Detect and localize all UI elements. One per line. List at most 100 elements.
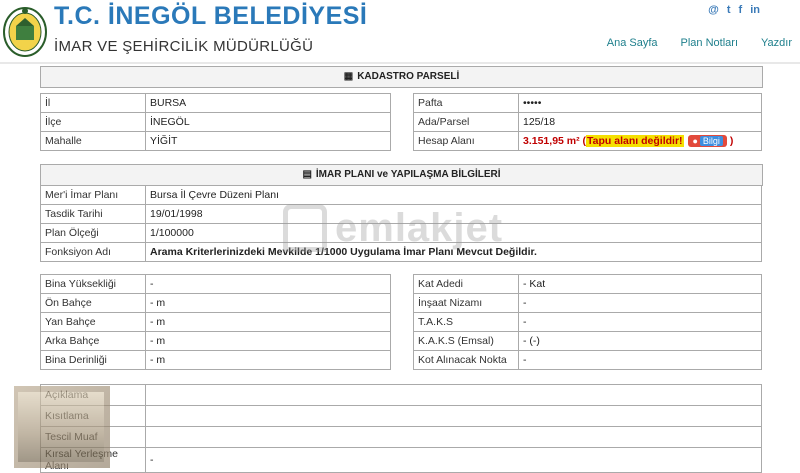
row-value: - m bbox=[145, 293, 391, 313]
table-row: Fonksiyon Adı Arama Kriterlerinizdeki Me… bbox=[40, 242, 762, 262]
imar-heading: ▤ İMAR PLANI ve YAPILAŞMA BİLGİLERİ bbox=[40, 164, 763, 186]
photo-thumbnail bbox=[14, 386, 110, 468]
row-label: İnşaat Nizamı bbox=[413, 293, 519, 313]
row-value: - m bbox=[145, 312, 391, 332]
hesap-alani-value: 3.151,95 m² bbox=[523, 135, 580, 147]
table-row: T.A.K.S - bbox=[413, 312, 762, 332]
row-label: Mer'i İmar Planı bbox=[40, 185, 146, 205]
table-row: Ön Bahçe - m bbox=[40, 293, 391, 313]
document-icon: ▤ bbox=[302, 169, 312, 180]
nav-yazdir[interactable]: Yazdır bbox=[761, 37, 792, 49]
row-value: İNEGÖL bbox=[145, 112, 391, 132]
table-row: Kot Alınacak Nokta - bbox=[413, 350, 762, 370]
table-row: Yan Bahçe - m bbox=[40, 312, 391, 332]
row-value: - bbox=[145, 274, 391, 294]
row-value: - (-) bbox=[518, 331, 762, 351]
table-row: Kısıtlama bbox=[40, 405, 762, 427]
bilgi-label: Bilgi bbox=[699, 136, 723, 146]
ek-bilgi-table: Açıklama Kısıtlama Tescil Muaf Kırsal Ye… bbox=[40, 384, 762, 473]
imar-heading-label: İMAR PLANI ve YAPILAŞMA BİLGİLERİ bbox=[315, 169, 501, 180]
kadastro-heading: ▦ KADASTRO PARSELİ bbox=[40, 66, 763, 88]
yapilasma-left-table: Bina Yüksekliği - Ön Bahçe - m Yan Bahçe - … bbox=[40, 274, 391, 370]
kadastro-left-table: İl BURSA İlçe İNEGÖL Mahalle YİĞİT bbox=[40, 93, 391, 151]
row-value: 125/18 bbox=[518, 112, 762, 132]
tapu-warning: Tapu alanı değildir! bbox=[586, 135, 684, 147]
photo-thumbnail-inner bbox=[18, 392, 104, 462]
municipality-logo bbox=[3, 7, 47, 57]
info-icon: ● bbox=[692, 136, 698, 146]
nav-ana-sayfa[interactable]: Ana Sayfa bbox=[607, 37, 658, 49]
row-label: Yan Bahçe bbox=[40, 312, 146, 332]
row-value: Bursa İl Çevre Düzeni Planı bbox=[145, 185, 762, 205]
row-value bbox=[145, 426, 762, 448]
row-label: K.A.K.S (Emsal) bbox=[413, 331, 519, 351]
row-label: Arka Bahçe bbox=[40, 331, 146, 351]
imar-table: Mer'i İmar Planı Bursa İl Çevre Düzeni P… bbox=[40, 185, 762, 262]
table-row: Arka Bahçe - m bbox=[40, 331, 391, 351]
row-label: Kat Adedi bbox=[413, 274, 519, 294]
row-label: Tasdik Tarihi bbox=[40, 204, 146, 224]
table-row: Bina Derinliği - m bbox=[40, 350, 391, 370]
row-label: Ada/Parsel bbox=[413, 112, 519, 132]
row-label: Hesap Alanı bbox=[413, 131, 519, 151]
row-value: - m bbox=[145, 331, 391, 351]
row-value: - bbox=[518, 312, 762, 332]
row-label: İlçe bbox=[40, 112, 146, 132]
table-row: Mer'i İmar Planı Bursa İl Çevre Düzeni P… bbox=[40, 185, 762, 205]
row-value: - m bbox=[145, 350, 391, 370]
table-row: Tasdik Tarihi 19/01/1998 bbox=[40, 204, 762, 224]
email-icon[interactable]: @ bbox=[708, 4, 719, 16]
row-value bbox=[145, 384, 762, 406]
row-value: - bbox=[518, 350, 762, 370]
paren-close: ) bbox=[729, 135, 734, 147]
row-value: YİĞİT bbox=[145, 131, 391, 151]
row-label: Pafta bbox=[413, 93, 519, 113]
nav-plan-notlari[interactable]: Plan Notları bbox=[681, 37, 738, 49]
row-label: Plan Ölçeği bbox=[40, 223, 146, 243]
bilgi-button[interactable]: ● Bilgi bbox=[688, 135, 727, 147]
kadastro-right-table: Pafta ••••• Ada/Parsel 125/18 Hesap Alan… bbox=[413, 93, 762, 151]
table-row: Mahalle YİĞİT bbox=[40, 131, 391, 151]
header: T.C. İNEGÖL BELEDİYESİ İMAR VE ŞEHİRCİLİ… bbox=[0, 0, 800, 62]
row-value: BURSA bbox=[145, 93, 391, 113]
row-value bbox=[145, 405, 762, 427]
table-row: Açıklama bbox=[40, 384, 762, 406]
table-row: Tescil Muaf bbox=[40, 426, 762, 448]
fonksiyon-warning: Arama Kriterlerinizdeki Mevkilde 1/1000 … bbox=[145, 242, 762, 262]
table-row: Plan Ölçeği 1/100000 bbox=[40, 223, 762, 243]
row-value: 19/01/1998 bbox=[145, 204, 762, 224]
row-value: - Kat bbox=[518, 274, 762, 294]
table-row: İl BURSA bbox=[40, 93, 391, 113]
row-label: Mahalle bbox=[40, 131, 146, 151]
row-label: İl bbox=[40, 93, 146, 113]
table-row: Bina Yüksekliği - bbox=[40, 274, 391, 294]
kadastro-heading-label: KADASTRO PARSELİ bbox=[357, 71, 460, 82]
row-value: ••••• bbox=[518, 93, 762, 113]
table-row: K.A.K.S (Emsal) - (-) bbox=[413, 331, 762, 351]
top-nav: Ana Sayfa Plan Notları Yazdır bbox=[607, 37, 792, 49]
row-label: Fonksiyon Adı bbox=[40, 242, 146, 262]
yapilasma-right-table: Kat Adedi - Kat İnşaat Nizamı - T.A.K.S - K… bbox=[413, 274, 762, 370]
row-value: 1/100000 bbox=[145, 223, 762, 243]
row-label: T.A.K.S bbox=[413, 312, 519, 332]
row-label: Kot Alınacak Nokta bbox=[413, 350, 519, 370]
table-row: Pafta ••••• bbox=[413, 93, 762, 113]
header-divider bbox=[0, 62, 800, 64]
grid-icon: ▦ bbox=[343, 71, 354, 82]
row-value: - bbox=[518, 293, 762, 313]
hesap-alani-cell: 3.151,95 m² (Tapu alanı değildir! ● Bilgi… bbox=[518, 131, 762, 151]
social-links: @ t f in bbox=[708, 4, 760, 16]
page-title: T.C. İNEGÖL BELEDİYESİ bbox=[54, 2, 368, 30]
table-row: İnşaat Nizamı - bbox=[413, 293, 762, 313]
table-row: İlçe İNEGÖL bbox=[40, 112, 391, 132]
table-row: Hesap Alanı 3.151,95 m² (Tapu alanı deği… bbox=[413, 131, 762, 151]
table-row: Kat Adedi - Kat bbox=[413, 274, 762, 294]
table-row: Ada/Parsel 125/18 bbox=[413, 112, 762, 132]
row-label: Ön Bahçe bbox=[40, 293, 146, 313]
page-subtitle: İMAR VE ŞEHİRCİLİK MÜDÜRLÜĞÜ bbox=[54, 38, 314, 55]
row-label: Bina Derinliği bbox=[40, 350, 146, 370]
row-label: Bina Yüksekliği bbox=[40, 274, 146, 294]
twitter-icon[interactable]: t bbox=[727, 4, 731, 16]
linkedin-icon[interactable]: in bbox=[750, 4, 760, 16]
facebook-icon[interactable]: f bbox=[739, 4, 743, 16]
